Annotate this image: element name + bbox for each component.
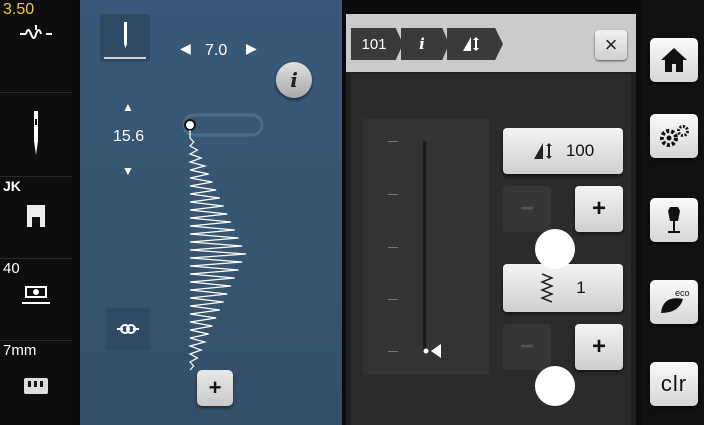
touch-indicator (535, 366, 575, 406)
bobbin-icon (0, 281, 72, 305)
tension-cell[interactable]: 3.50 (0, 0, 72, 93)
balance-icon (463, 37, 479, 51)
scale-indicator[interactable] (423, 341, 447, 366)
eco-leaf-icon: eco (661, 288, 690, 313)
stitch-length-value: 15.6 (113, 128, 145, 145)
status-column: 3.50 JK 40 7mm (0, 0, 72, 425)
threading-icon (0, 22, 72, 44)
balance-panel: 101 i × 100 − + 1 − + (346, 14, 636, 425)
info-icon: i (290, 68, 298, 92)
home-icon (661, 48, 687, 72)
repeat-value-button[interactable]: 1 (503, 264, 623, 312)
clear-label: clr (660, 371, 688, 396)
balance-minus-button[interactable]: − (503, 186, 551, 232)
home-button[interactable] (650, 38, 698, 82)
breadcrumb-balance[interactable] (447, 28, 503, 60)
dress-form-icon (668, 207, 680, 233)
plus-label: + (591, 195, 606, 222)
breadcrumb-info[interactable]: i (401, 28, 449, 60)
feed-dog-icon (0, 377, 72, 395)
add-stitch-button[interactable]: + (197, 370, 233, 406)
length-increase-arrow[interactable]: ▲ (122, 100, 134, 114)
repeat-minus-button[interactable]: − (503, 324, 551, 370)
repeat-plus-button[interactable]: + (575, 324, 623, 370)
tutorial-button[interactable] (650, 198, 698, 242)
eco-button[interactable]: eco (650, 280, 698, 324)
repeat-value: 1 (576, 278, 586, 297)
balance-plus-button[interactable]: + (575, 186, 623, 232)
balance-value: 100 (565, 141, 595, 160)
scale-tick (388, 194, 398, 195)
panel-body: 100 − + 1 − + (351, 74, 631, 425)
needle-cell[interactable] (0, 93, 72, 177)
presser-foot-icon (0, 203, 72, 229)
stitch-width-value: 7.0 (205, 42, 228, 59)
panel-header: 101 i × (346, 14, 636, 72)
touch-indicator (535, 229, 575, 269)
add-stitch-label: + (208, 375, 222, 400)
clear-button[interactable]: clr (650, 362, 698, 406)
scale-tick (388, 351, 398, 352)
minus-label: − (519, 333, 534, 360)
balance-value-button[interactable]: 100 (503, 128, 623, 174)
stitch-area: ◀ 7.0 ▶ i ▲ 15.6 ▼ (function(){ var p = … (80, 0, 342, 425)
sewing-screen: 3.50 JK 40 7mm ◀ 7.0 ▶ i ▲ 15.6 ▼ + 101 … (0, 0, 704, 425)
scale-tick (388, 141, 398, 142)
breadcrumb-info-label: i (419, 35, 425, 53)
settings-button[interactable] (650, 114, 698, 158)
needle-size-value: 7mm (3, 342, 37, 359)
presser-foot-code: JK (3, 178, 21, 194)
needle-position-value: 40 (3, 260, 20, 277)
needle-position-tile[interactable] (100, 14, 150, 62)
nav-column: eco clr (641, 0, 704, 425)
tie-off-icon (117, 324, 139, 334)
balance-icon (533, 143, 552, 159)
needle-icon (0, 111, 72, 155)
breadcrumb-101[interactable]: 101 (351, 28, 403, 60)
needle-position-cell[interactable]: 40 (0, 259, 72, 341)
scale-tick (388, 247, 398, 248)
feed-dog-cell[interactable]: 7mm (0, 341, 72, 425)
eco-label: eco (675, 288, 690, 298)
width-increase-arrow[interactable]: ▶ (246, 40, 257, 57)
scale-tick (388, 299, 398, 300)
tension-value: 3.50 (3, 1, 35, 18)
repeat-icon (540, 273, 555, 303)
close-button[interactable]: × (595, 30, 627, 60)
stitch-preview (180, 110, 270, 380)
close-icon: × (604, 32, 618, 57)
breadcrumb-101-label: 101 (361, 35, 387, 53)
plus-label: + (591, 333, 606, 360)
length-decrease-arrow[interactable]: ▼ (122, 164, 134, 178)
scale-track (423, 141, 426, 353)
balance-scale (363, 119, 489, 375)
info-button[interactable]: i (276, 62, 312, 98)
minus-label: − (519, 195, 534, 222)
settings-icon (660, 125, 689, 147)
tie-off-tile[interactable] (106, 308, 150, 350)
presser-foot-cell[interactable]: JK (0, 177, 72, 259)
width-decrease-arrow[interactable]: ◀ (180, 40, 191, 57)
